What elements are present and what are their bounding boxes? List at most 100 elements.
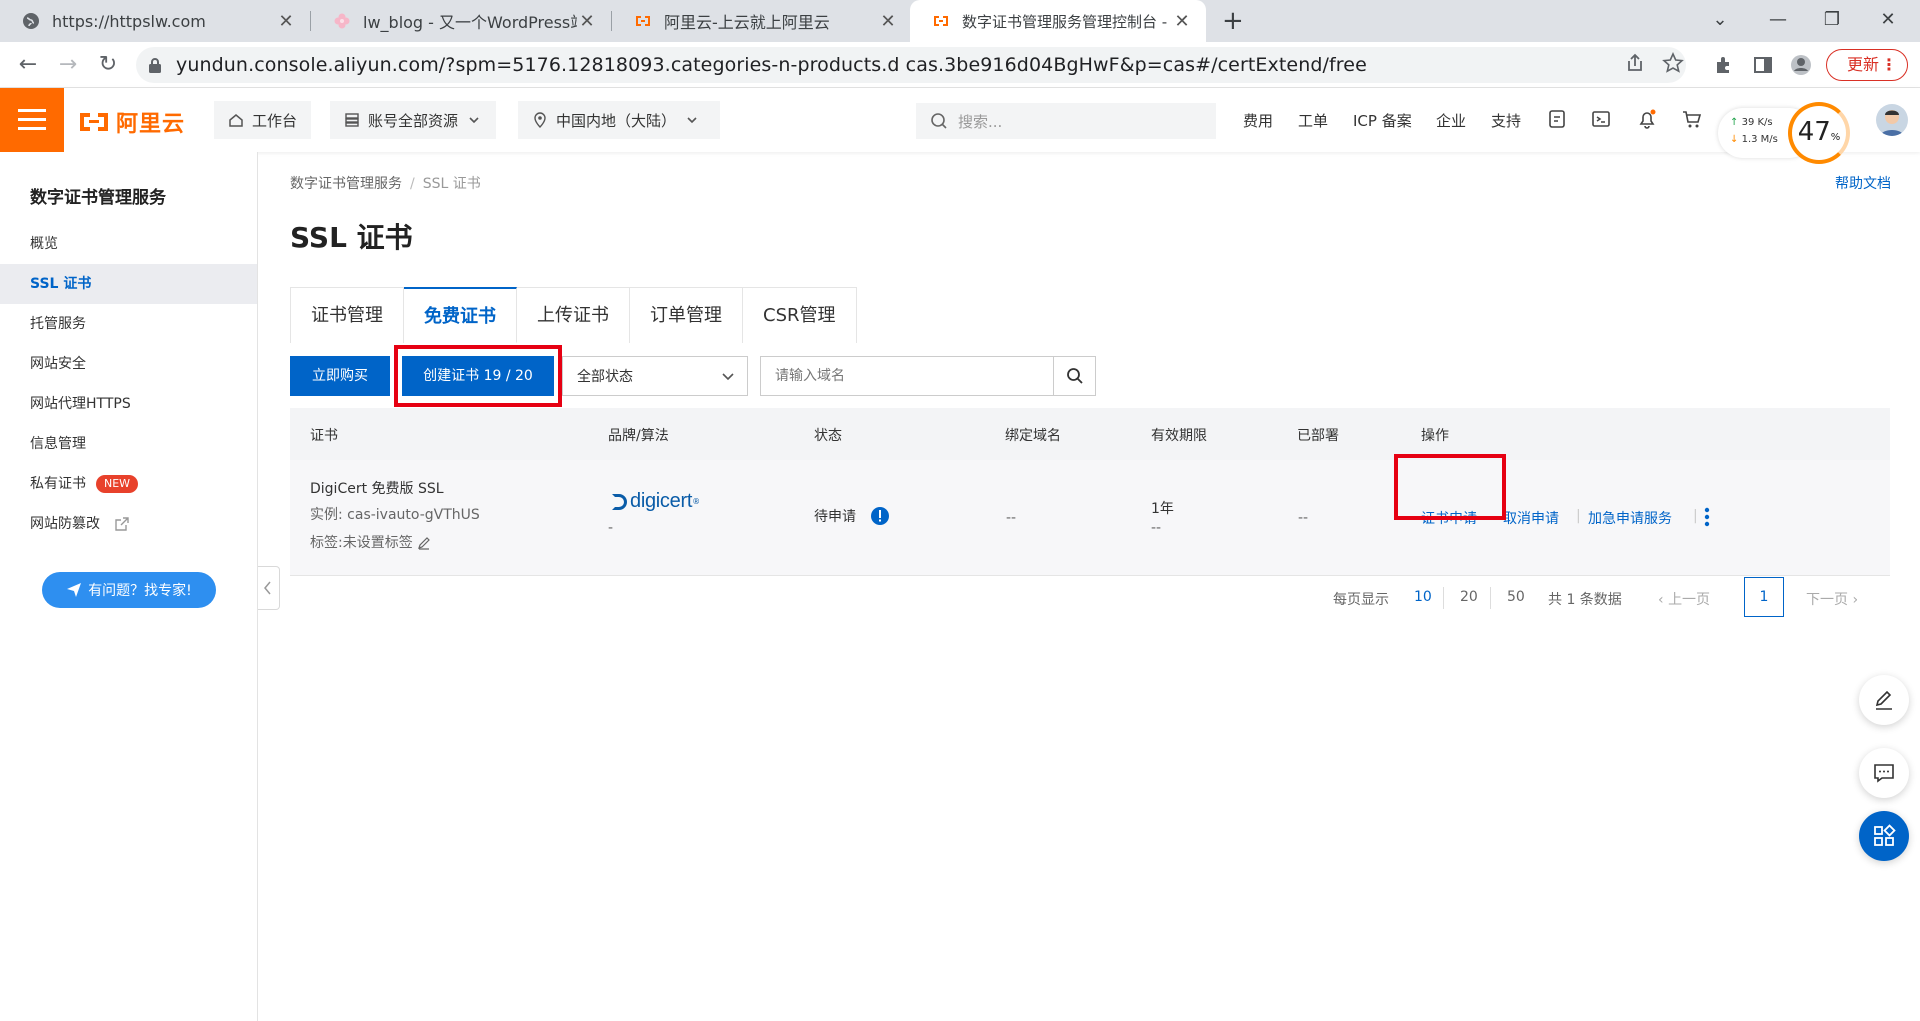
deployed-count: -- [1298,510,1309,526]
close-tab-icon[interactable]: ✕ [577,11,597,32]
nav-link-support[interactable]: 支持 [1491,110,1521,131]
console-top-nav: 阿里云 工作台 账号全部资源 中国内地（大陆） 搜索... 费用 工单 ICP … [0,88,1920,152]
extensions-puzzle-icon[interactable] [1713,54,1735,76]
global-search-input[interactable]: 搜索... [916,103,1216,139]
sidebar-item-private-cert[interactable]: 私有证书 NEW [0,464,257,504]
validity-sub: -- [1151,520,1162,536]
tab-search-chevron-icon[interactable]: ⌄ [1700,4,1740,36]
sidebar-item-anti-tamper[interactable]: 网站防篡改 [0,504,257,544]
sidebar-item-ssl-cert[interactable]: SSL 证书 [0,264,257,304]
close-tab-icon[interactable]: ✕ [1172,11,1192,32]
page-size-10[interactable]: 10 [1414,589,1432,605]
tab-free-cert[interactable]: 免费证书 [404,287,517,343]
digicert-mark-icon [612,493,627,510]
region-dropdown[interactable]: 中国内地（大陆） [518,101,720,139]
sidebar-item-https-proxy[interactable]: 网站代理HTTPS [0,384,257,424]
aliyun-logo-icon [934,16,948,26]
browser-tab-strip: https://httpslw.com ✕ lw_blog - 又一个WordP… [0,0,1920,42]
browser-tab-lw-blog[interactable]: lw_blog - 又一个WordPress站点 ✕ [311,0,611,42]
upload-speed: 39 K/s [1741,117,1773,128]
nav-link-icp[interactable]: ICP 备案 [1353,110,1412,131]
cert-name: DigiCert 免费版 SSL [310,481,444,497]
url-text: yundun.console.aliyun.com/?spm=5176.1281… [176,54,1367,76]
nav-link-tickets[interactable]: 工单 [1298,110,1328,131]
more-actions-icon[interactable] [1703,506,1711,528]
expedite-service-link[interactable]: 加急申请服务 [1588,508,1672,528]
url-field[interactable]: yundun.console.aliyun.com/?spm=5176.1281… [136,47,1686,83]
region-label: 中国内地（大陆） [556,111,677,130]
feedback-edit-button[interactable] [1859,675,1909,725]
nav-link-fees[interactable]: 费用 [1243,110,1273,131]
column-header-domain: 绑定域名 [1005,428,1061,444]
minimize-window-icon[interactable]: — [1758,4,1798,36]
tab-csr-management[interactable]: CSR管理 [743,287,857,343]
close-tab-icon[interactable]: ✕ [276,11,296,32]
new-tab-plus-icon[interactable]: + [1222,6,1244,36]
sidebar-item-info-management[interactable]: 信息管理 [0,424,257,464]
workbench-button[interactable]: 工作台 [214,101,312,139]
breadcrumb-current: SSL 证书 [422,176,481,192]
terminal-icon[interactable] [1590,108,1612,130]
bookmark-star-icon[interactable] [1662,52,1684,74]
page-size-50[interactable]: 50 [1507,589,1525,605]
info-alert-icon[interactable] [870,506,890,526]
aliyun-logo[interactable]: 阿里云 [78,106,185,138]
home-icon [229,114,243,127]
tab-order-management[interactable]: 订单管理 [630,287,743,343]
cancel-apply-link[interactable]: 取消申请 [1503,508,1559,528]
sidebar-item-site-security[interactable]: 网站安全 [0,344,257,384]
sidebar-item-label: 概览 [30,236,58,252]
forward-arrow-icon[interactable]: → [54,51,82,79]
breadcrumb-item[interactable]: 数字证书管理服务 [290,176,402,192]
edit-pencil-icon [418,537,431,550]
domain-search-button[interactable] [1053,357,1095,395]
back-arrow-icon[interactable]: ← [14,51,42,79]
next-page-button[interactable]: 下一页 › [1806,589,1858,609]
reload-icon[interactable]: ↻ [94,51,122,79]
aliyun-logo-icon [636,16,650,26]
side-panel-icon[interactable] [1752,54,1774,76]
browser-update-button[interactable]: 更新 ⋮ [1826,49,1908,81]
tab-upload-cert[interactable]: 上传证书 [517,287,630,343]
browser-tab-cas-console[interactable]: 数字证书管理服务管理控制台 - S ✕ [910,0,1206,42]
ask-expert-button[interactable]: 有问题？找专家! [42,572,216,608]
prev-page-button[interactable]: ‹ 上一页 [1658,589,1710,609]
current-page[interactable]: 1 [1744,577,1784,617]
resources-dropdown[interactable]: 账号全部资源 [330,101,496,139]
globe-icon [23,13,39,29]
sidebar-collapse-button[interactable] [258,566,280,610]
location-pin-icon [534,112,546,128]
bell-icon[interactable] [1636,108,1658,130]
cart-icon[interactable] [1681,108,1703,130]
help-doc-link[interactable]: 帮助文档 [1835,173,1891,193]
share-icon[interactable] [1624,52,1646,74]
page-size-20[interactable]: 20 [1460,589,1478,605]
domain-search-input[interactable] [761,357,1051,395]
browser-tab-aliyun[interactable]: 阿里云-上云就上阿里云 ✕ [612,0,912,42]
tab-title: 阿里云-上云就上阿里云 [664,13,830,32]
apps-grid-button[interactable] [1859,811,1909,861]
edit-pencil-icon [1875,690,1892,710]
close-window-icon[interactable]: ✕ [1868,4,1908,36]
buy-now-button[interactable]: 立即购买 [290,356,390,396]
apply-cert-link[interactable]: 证书申请 [1421,508,1477,528]
chat-button[interactable] [1859,748,1909,798]
close-tab-icon[interactable]: ✕ [878,11,898,32]
status-select[interactable]: 全部状态 [562,356,748,396]
app-icon[interactable] [1546,108,1568,130]
browser-tab-httpslw[interactable]: https://httpslw.com ✕ [0,0,310,42]
avatar[interactable] [1876,104,1908,136]
nav-link-enterprise[interactable]: 企业 [1436,110,1466,131]
tab-cert-management[interactable]: 证书管理 [291,287,404,343]
sidebar-item-overview[interactable]: 概览 [0,224,257,264]
download-speed: 1.3 M/s [1741,134,1778,145]
cert-tag[interactable]: 标签:未设置标签 [310,532,431,552]
restore-window-icon[interactable]: ❐ [1812,4,1852,36]
sidebar-item-hosting[interactable]: 托管服务 [0,304,257,344]
hamburger-menu-icon[interactable] [0,88,64,152]
prev-page-label: 上一页 [1668,592,1711,608]
create-cert-button[interactable]: 创建证书 19 / 20 [402,356,554,396]
profile-icon[interactable] [1790,54,1812,76]
digicert-logo: digicert ® [608,490,700,513]
left-sidebar: 数字证书管理服务 概览 SSL 证书 托管服务 网站安全 网站代理HTTPS 信… [0,152,258,1021]
